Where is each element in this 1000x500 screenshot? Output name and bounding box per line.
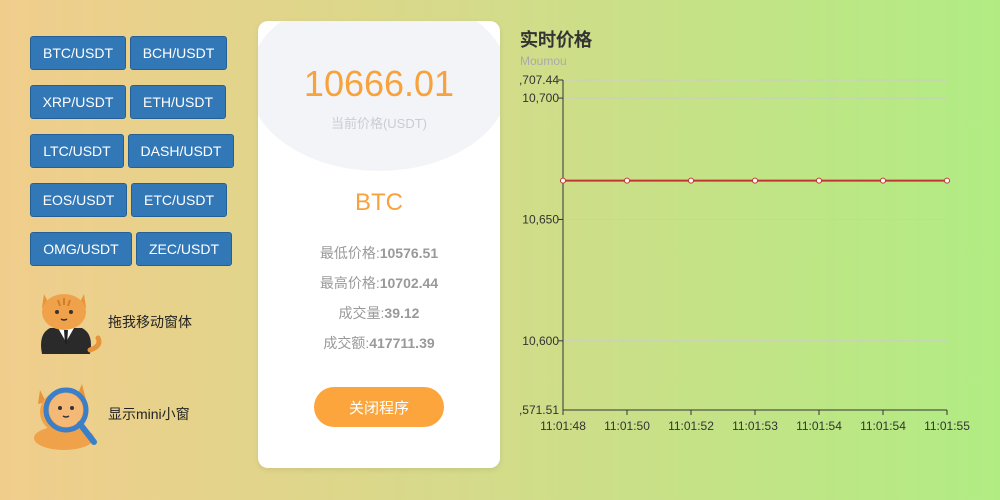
price-data-point xyxy=(752,177,758,184)
x-tick-label: 11:01:54 xyxy=(860,419,906,433)
x-tick-label: 11:01:52 xyxy=(668,419,714,433)
price-data-point xyxy=(560,177,566,184)
y-min-label: ,571.51 xyxy=(519,403,559,417)
x-tick-label: 11:01:48 xyxy=(540,419,586,433)
x-tick-label: 11:01:53 xyxy=(732,419,778,433)
x-tick-label: 11:01:50 xyxy=(604,419,650,433)
price-data-point xyxy=(816,177,822,184)
price-data-point xyxy=(944,177,950,184)
y-tick-label: 10,700 xyxy=(522,91,559,105)
y-max-label: ,707.44 xyxy=(519,73,559,87)
y-tick-label: 10,650 xyxy=(522,212,559,226)
price-data-point xyxy=(688,177,694,184)
x-tick-label: 11:01:54 xyxy=(796,419,842,433)
price-data-point xyxy=(624,177,630,184)
price-line-chart: 10,600 10,650 10,700 ,707.44 ,571.51 11:01:48… xyxy=(519,73,970,433)
price-data-point xyxy=(880,177,886,184)
x-tick-label: 11:01:55 xyxy=(924,419,970,433)
y-tick-label: 10,600 xyxy=(522,334,559,348)
